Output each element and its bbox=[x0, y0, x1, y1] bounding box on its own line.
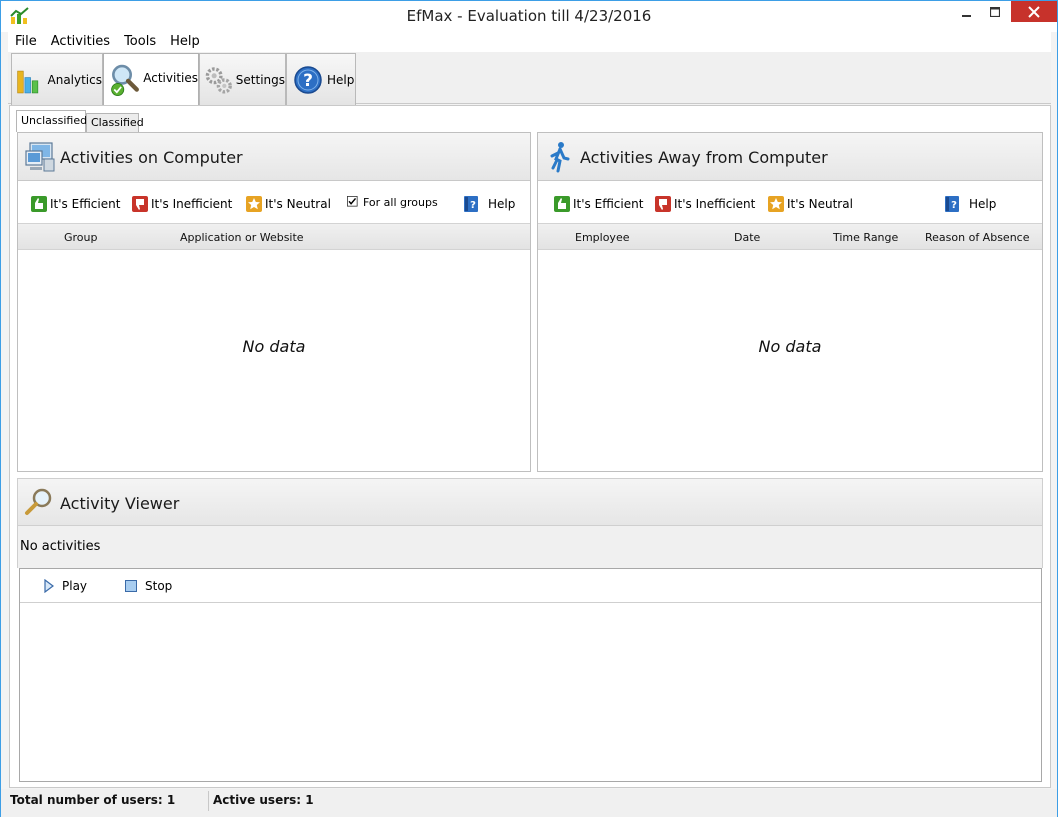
computer-efficient-label: It's Efficient bbox=[50, 197, 121, 211]
menu-bar: File Activities Tools Help bbox=[8, 32, 1051, 52]
menu-activities[interactable]: Activities bbox=[44, 32, 117, 52]
tab-activities-label: Activities bbox=[143, 71, 198, 85]
title-bar: EfMax - Evaluation till 4/23/2016 bbox=[1, 1, 1057, 32]
away-neutral-button[interactable]: It's Neutral bbox=[768, 196, 853, 212]
computer-activities-panel: Activities on Computer It's Efficient It… bbox=[17, 132, 531, 472]
subtab-classified[interactable]: Classified bbox=[86, 113, 144, 132]
away-inefficient-label: It's Inefficient bbox=[674, 197, 756, 211]
computer-neutral-label: It's Neutral bbox=[265, 197, 331, 211]
play-label: Play bbox=[62, 579, 88, 593]
subtab-unclassified[interactable]: Unclassified bbox=[16, 110, 87, 132]
total-users-status: Total number of users: 1 bbox=[10, 793, 176, 807]
computer-panel-title: Activities on Computer bbox=[60, 148, 243, 167]
column-group[interactable]: Group bbox=[64, 231, 98, 244]
computer-grid-header: Group Application or Website bbox=[18, 223, 530, 250]
tab-analytics-label: Analytics bbox=[47, 72, 103, 87]
away-help-button[interactable]: ? Help bbox=[944, 196, 996, 212]
away-panel-title: Activities Away from Computer bbox=[580, 148, 828, 167]
tab-analytics[interactable]: Analytics bbox=[11, 53, 103, 105]
window-title: EfMax - Evaluation till 4/23/2016 bbox=[406, 7, 652, 25]
away-grid-header: Employee Date Time Range Reason of Absen… bbox=[538, 223, 1042, 250]
close-button[interactable] bbox=[1011, 1, 1057, 22]
computer-help-label: Help bbox=[488, 197, 516, 211]
status-divider bbox=[208, 791, 209, 811]
column-reason[interactable]: Reason of Absence bbox=[925, 231, 1029, 244]
minimize-button[interactable] bbox=[953, 1, 981, 23]
activities-content: Unclassified Classified Activities on Co… bbox=[9, 105, 1051, 788]
menu-tools[interactable]: Tools bbox=[117, 32, 163, 52]
stop-button[interactable]: Stop bbox=[125, 579, 172, 593]
viewer-title: Activity Viewer bbox=[60, 494, 180, 513]
app-window: EfMax - Evaluation till 4/23/2016 File A… bbox=[0, 0, 1058, 817]
star-icon bbox=[768, 196, 784, 212]
main-toolbar: Analytics Activities Settings ? Help bbox=[8, 52, 1051, 106]
computer-icon bbox=[25, 142, 55, 172]
away-efficient-label: It's Efficient bbox=[573, 197, 644, 211]
help-circle-icon: ? bbox=[294, 65, 322, 94]
away-help-label: Help bbox=[969, 197, 997, 211]
status-bar: Total number of users: 1 Active users: 1 bbox=[1, 789, 1057, 817]
activity-player: Play Stop bbox=[19, 568, 1042, 782]
for-all-groups-label: For all groups bbox=[363, 196, 438, 209]
away-efficient-button[interactable]: It's Efficient bbox=[554, 196, 643, 212]
walking-person-icon bbox=[550, 142, 570, 173]
column-employee[interactable]: Employee bbox=[575, 231, 629, 244]
away-panel-toolbar: It's Efficient It's Inefficient It's Neu… bbox=[538, 182, 1042, 222]
magnifier-check-icon bbox=[111, 64, 139, 97]
star-icon bbox=[246, 196, 262, 212]
computer-panel-toolbar: It's Efficient It's Inefficient It's Neu… bbox=[18, 182, 530, 222]
activity-viewer: Activity Viewer No activities Play Stop bbox=[17, 478, 1043, 783]
column-application[interactable]: Application or Website bbox=[180, 231, 304, 244]
computer-neutral-button[interactable]: It's Neutral bbox=[246, 196, 331, 212]
svg-text:?: ? bbox=[303, 71, 313, 91]
close-icon bbox=[1028, 5, 1040, 18]
computer-panel-header: Activities on Computer bbox=[18, 133, 530, 181]
maximize-button[interactable] bbox=[981, 1, 1008, 23]
thumbs-up-icon bbox=[31, 196, 47, 212]
for-all-groups-checkbox[interactable]: For all groups bbox=[347, 196, 438, 209]
gears-icon bbox=[205, 66, 232, 94]
computer-efficient-button[interactable]: It's Efficient bbox=[31, 196, 120, 212]
computer-help-button[interactable]: ? Help bbox=[463, 196, 515, 212]
checkbox-checked-icon bbox=[347, 196, 358, 207]
bar-chart-icon bbox=[17, 70, 39, 93]
maximize-icon bbox=[989, 7, 1000, 17]
help-book-icon: ? bbox=[945, 196, 959, 212]
help-book-icon: ? bbox=[464, 196, 478, 212]
computer-no-data: No data bbox=[242, 337, 306, 356]
menu-help[interactable]: Help bbox=[163, 32, 207, 52]
viewer-status-row: No activities bbox=[17, 526, 1043, 568]
tab-settings-label: Settings bbox=[235, 72, 285, 87]
thumbs-down-icon bbox=[655, 196, 671, 212]
viewer-status-text: No activities bbox=[20, 539, 101, 554]
tab-settings[interactable]: Settings bbox=[199, 53, 286, 105]
column-date[interactable]: Date bbox=[734, 231, 760, 244]
minimize-icon bbox=[962, 15, 971, 17]
play-button[interactable]: Play bbox=[44, 579, 87, 593]
magnifier-icon bbox=[25, 488, 52, 515]
away-panel-header: Activities Away from Computer bbox=[538, 133, 1042, 181]
away-activities-panel: Activities Away from Computer It's Effic… bbox=[537, 132, 1043, 472]
thumbs-down-icon bbox=[132, 196, 148, 212]
stop-icon bbox=[125, 580, 137, 592]
away-neutral-label: It's Neutral bbox=[787, 197, 853, 211]
computer-inefficient-label: It's Inefficient bbox=[151, 197, 233, 211]
column-time-range[interactable]: Time Range bbox=[833, 231, 898, 244]
tab-help[interactable]: ? Help bbox=[286, 53, 356, 105]
viewer-header: Activity Viewer bbox=[17, 478, 1043, 526]
player-controls: Play Stop bbox=[20, 569, 1041, 603]
menu-file[interactable]: File bbox=[8, 32, 44, 52]
play-icon bbox=[44, 579, 54, 593]
computer-inefficient-button[interactable]: It's Inefficient bbox=[132, 196, 232, 212]
svg-text:?: ? bbox=[470, 200, 476, 211]
away-inefficient-button[interactable]: It's Inefficient bbox=[655, 196, 755, 212]
svg-text:?: ? bbox=[951, 200, 957, 211]
tab-help-label: Help bbox=[327, 72, 355, 87]
active-users-status: Active users: 1 bbox=[213, 793, 314, 807]
away-no-data: No data bbox=[758, 337, 822, 356]
thumbs-up-icon bbox=[554, 196, 570, 212]
stop-label: Stop bbox=[145, 579, 173, 593]
tab-activities[interactable]: Activities bbox=[103, 53, 199, 106]
